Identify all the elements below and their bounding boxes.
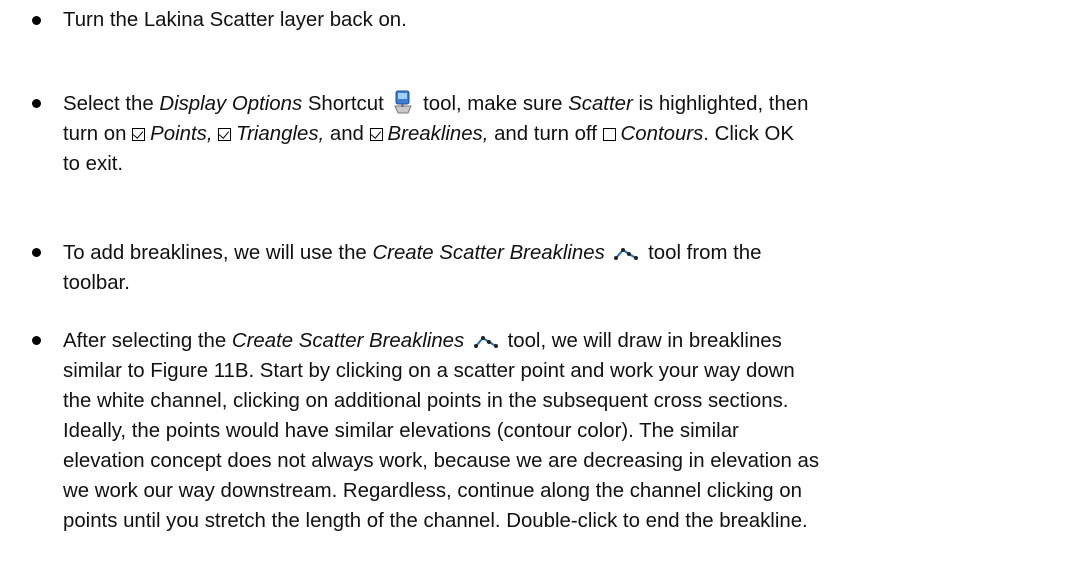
create-scatter-breaklines-icon xyxy=(614,242,639,272)
bullet-dot xyxy=(32,99,41,108)
bullet-line: turn on Points, Triangles, and Breakline… xyxy=(63,123,794,145)
bullet-line: similar to Figure 11B. Start by clicking… xyxy=(63,360,795,382)
checkbox-checked-icon xyxy=(132,128,146,141)
tool-name-display-options: Display Options xyxy=(159,93,303,115)
bullet-line: the white channel, clicking on additiona… xyxy=(63,390,789,412)
document-page: Turn the Lakina Scatter layer back on. S… xyxy=(0,0,1069,574)
bullet-dot xyxy=(32,248,41,257)
checkbox-unchecked-icon xyxy=(602,128,616,141)
bullet-line: elevation concept does not always work, … xyxy=(63,450,820,472)
bullet-line: toolbar. xyxy=(63,272,130,294)
checkbox-checked-icon xyxy=(369,128,383,141)
bullet-line: Ideally, the points would have similar e… xyxy=(63,420,739,442)
checkbox-checked-icon xyxy=(218,128,232,141)
bullet-line: to exit. xyxy=(63,153,124,175)
tool-name-create-scatter-breaklines: Create Scatter Breaklines xyxy=(231,330,465,352)
bullet-line: Select the Display Options Shortcut tool… xyxy=(63,89,1053,119)
bullet-dot xyxy=(32,336,41,345)
bullet-dot xyxy=(32,16,41,25)
bullet-line: To add breaklines, we will use the Creat… xyxy=(63,238,1053,268)
tool-name-create-scatter-breaklines: Create Scatter Breaklines xyxy=(372,242,605,264)
bullet-line: we work our way downstream. Regardless, … xyxy=(63,480,802,502)
bullet-line: points until you stretch the length of t… xyxy=(63,510,808,532)
bullet-line: After selecting the Create Scatter Break… xyxy=(63,326,1053,356)
bullet-text: Turn the Lakina Scatter layer back on. xyxy=(63,9,407,31)
